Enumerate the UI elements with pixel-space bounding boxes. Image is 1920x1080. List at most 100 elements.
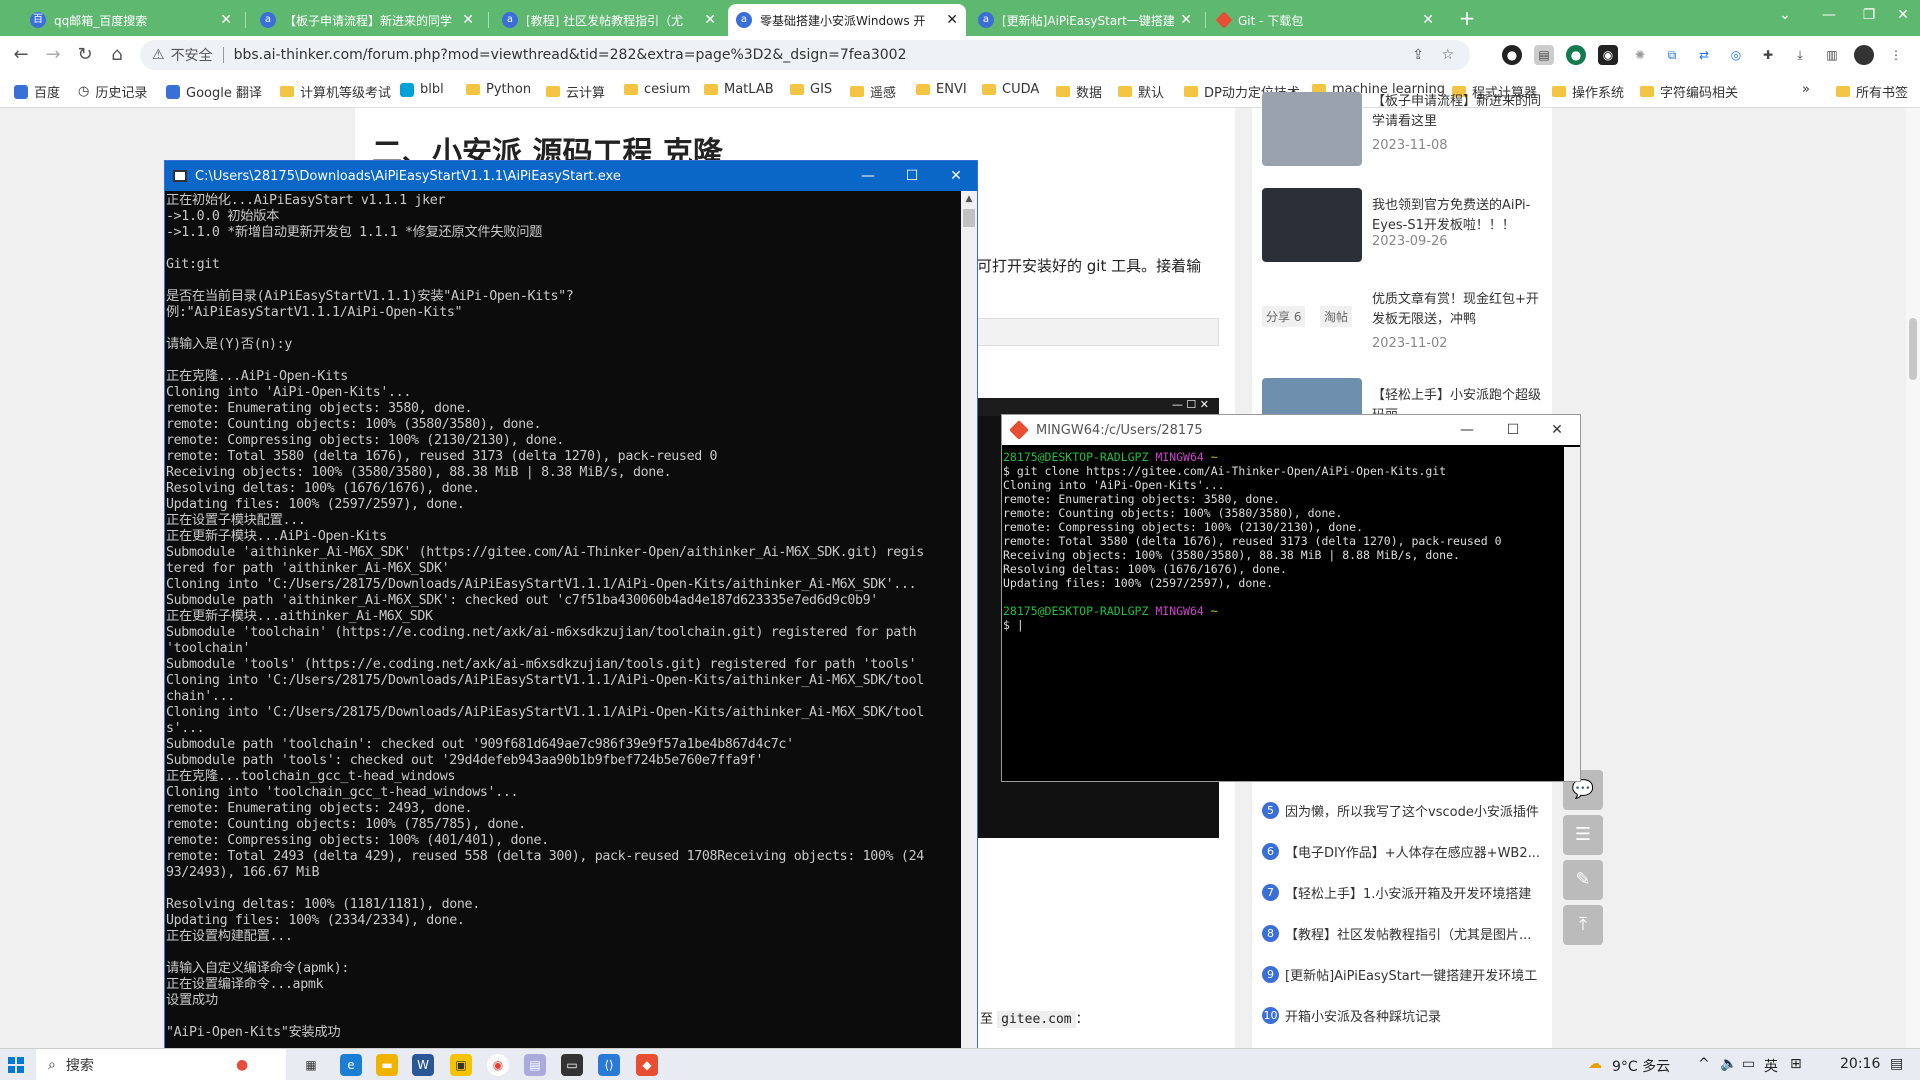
translate-icon[interactable]: ⇄	[1694, 45, 1714, 65]
bookmark-folder[interactable]: 云计算	[546, 82, 605, 101]
back-to-top-icon[interactable]: ⤒	[1563, 905, 1603, 945]
rank-title[interactable]: 开箱小安派及各种踩坑记录	[1285, 1006, 1441, 1025]
card-title[interactable]: 【板子申请流程】新进来的同学请看这里	[1372, 92, 1542, 132]
ime-mode-icon[interactable]: ⊞	[1790, 1056, 1802, 1072]
taskbar-search[interactable]: ⌕ 搜索 ●	[36, 1049, 286, 1080]
bookmark-folder[interactable]: 计算机等级考试	[280, 82, 391, 101]
address-bar[interactable]: ⚠ 不安全 bbs.ai-thinker.com/forum.php?mod=v…	[140, 40, 1470, 70]
extension-icon[interactable]: ⧉	[1662, 45, 1682, 65]
list-icon[interactable]: ☰	[1563, 815, 1603, 855]
chrome-icon[interactable]: ◉	[487, 1054, 509, 1076]
windows-start-icon[interactable]	[8, 1057, 24, 1073]
url-text[interactable]: bbs.ai-thinker.com/forum.php?mod=viewthr…	[234, 47, 907, 63]
bookmark-folder[interactable]: ENVI	[916, 82, 967, 97]
close-button[interactable]: ✕	[1534, 415, 1580, 445]
bookmark-folder[interactable]: GIS	[790, 82, 832, 97]
bookmark-folder[interactable]: MatLAB	[704, 82, 774, 97]
close-icon[interactable]: ✕	[462, 12, 474, 28]
vscode-icon[interactable]: ⟨⟩	[598, 1054, 620, 1076]
sidepanel-icon[interactable]: ▥	[1822, 45, 1842, 65]
file-explorer-icon[interactable]: ▬	[376, 1054, 398, 1076]
bookmark-folder[interactable]: 字符编码相关	[1640, 82, 1738, 101]
close-window-button[interactable]: ✕	[1880, 0, 1920, 30]
ranking-item[interactable]: 7 【轻松上手】1.小安派开箱及开发环境搭建	[1262, 881, 1542, 903]
console-titlebar[interactable]: C:\Users\28175\Downloads\AiPiEasyStartV1…	[165, 161, 977, 191]
extension-icon[interactable]: ◉	[1598, 45, 1618, 65]
edit-icon[interactable]: ✎	[1563, 860, 1603, 900]
bookmark-folder[interactable]: 数据	[1056, 82, 1102, 101]
bookmarks-overflow-button[interactable]: »	[1802, 82, 1810, 97]
chevron-down-icon[interactable]: ⌄	[1762, 0, 1808, 30]
bookmark-folder[interactable]: 操作系统	[1552, 82, 1624, 101]
chevron-up-icon[interactable]: ^	[1698, 1056, 1710, 1072]
tab-board-apply[interactable]: a 【板子申请流程】新进来的同学 ✕	[252, 4, 482, 36]
scroll-up-icon[interactable]: ▲	[961, 191, 977, 207]
minimize-button[interactable]: —	[1444, 415, 1490, 445]
console-icon[interactable]: ▭	[561, 1054, 583, 1076]
bookmark-blbl[interactable]: blbl	[400, 82, 444, 97]
rank-title[interactable]: 因为懒，所以我写了这个vscode小安派插件	[1285, 801, 1539, 820]
ranking-item[interactable]: 10 开箱小安派及各种踩坑记录	[1262, 1004, 1542, 1026]
ranking-item[interactable]: 5 因为懒，所以我写了这个vscode小安派插件	[1262, 799, 1542, 821]
avatar[interactable]	[1854, 45, 1874, 65]
sidebar-card[interactable]: 我也领到官方免费送的AiPi-Eyes-S1开发板啦！！！ 2023-09-26	[1262, 188, 1542, 268]
word-icon[interactable]: W	[412, 1054, 434, 1076]
card-title[interactable]: 优质文章有赏！现金红包+开发板无限送，冲鸭	[1372, 290, 1542, 330]
close-icon[interactable]: ✕	[704, 12, 716, 28]
reload-icon[interactable]: ↻	[72, 42, 98, 68]
close-icon[interactable]: ✕	[1422, 12, 1434, 28]
close-icon[interactable]: ✕	[1180, 12, 1192, 28]
card-title[interactable]: 我也领到官方免费送的AiPi-Eyes-S1开发板啦！！！	[1372, 196, 1542, 236]
ranking-item[interactable]: 6 【电子DIY作品】+人体存在感应器+WB2...	[1262, 840, 1542, 862]
bookmark-google-translate[interactable]: Google 翻译	[166, 82, 262, 101]
notification-icon[interactable]: ▤	[1890, 1056, 1903, 1072]
edge-icon[interactable]: e	[340, 1054, 362, 1076]
bookmark-folder[interactable]: Python	[466, 82, 531, 97]
scrollbar-thumb[interactable]	[963, 209, 975, 227]
page-scrollbar[interactable]	[1906, 108, 1920, 1048]
ranking-item[interactable]: 9 [更新帖]AiPiEasyStart一键搭建开发环境工	[1262, 963, 1542, 985]
ranking-item[interactable]: 8 【教程】社区发帖教程指引（尤其是图片...	[1262, 922, 1542, 944]
extension-icon[interactable]: ✺	[1630, 45, 1650, 65]
share-icon[interactable]: ⇪	[1412, 47, 1424, 63]
download-icon[interactable]: ⤓	[1790, 45, 1810, 65]
sidebar-card[interactable]: 【板子申请流程】新进来的同学请看这里 2023-11-08	[1262, 92, 1542, 172]
close-icon[interactable]: ✕	[220, 12, 232, 28]
app-icon[interactable]: ▣	[450, 1054, 472, 1076]
tab-git-download[interactable]: Git - 下载包 ✕	[1210, 4, 1442, 36]
bookmark-folder[interactable]: cesium	[624, 82, 690, 97]
extension-icon[interactable]: ◎	[1726, 45, 1746, 65]
app-icon[interactable]: ▤	[524, 1054, 546, 1076]
bookmark-folder[interactable]: CUDA	[982, 82, 1039, 97]
maximize-button[interactable]: ☐	[889, 161, 935, 191]
home-icon[interactable]: ⌂	[104, 42, 130, 68]
git-icon[interactable]: ◆	[636, 1054, 658, 1076]
clock[interactable]: 20:16	[1840, 1056, 1880, 1072]
input-line[interactable]: $ |	[1003, 618, 1563, 632]
git-bash-scrollbar[interactable]	[1564, 447, 1580, 781]
ime-indicator[interactable]: 英	[1764, 1056, 1778, 1076]
star-icon[interactable]: ☆	[1441, 47, 1454, 63]
bookmark-folder[interactable]: 遥感	[850, 82, 896, 101]
volume-icon[interactable]: 🔈	[1720, 1056, 1737, 1072]
extension-icon[interactable]: ●	[1566, 45, 1586, 65]
back-icon[interactable]: ←	[8, 42, 34, 68]
all-bookmarks-button[interactable]: 所有书签	[1836, 82, 1908, 101]
maximize-button[interactable]: ☐	[1490, 415, 1536, 445]
bookmark-folder[interactable]: 默认	[1118, 82, 1164, 101]
bookmark-baidu[interactable]: 百度	[14, 82, 60, 101]
tab-windows-setup[interactable]: a 零基础搭建小安派Windows 开 ✕	[728, 4, 966, 36]
extension-icon[interactable]: ▤	[1534, 45, 1554, 65]
git-bash-titlebar[interactable]: MINGW64:/c/Users/28175 — ☐ ✕	[1002, 415, 1580, 445]
rank-title[interactable]: 【轻松上手】1.小安派开箱及开发环境搭建	[1285, 883, 1531, 902]
tab-qq-mail-search[interactable]: 百 qq邮箱_百度搜索 ✕	[22, 4, 240, 36]
bookmark-history[interactable]: ◷ 历史记录	[78, 82, 147, 101]
network-icon[interactable]: ▭	[1742, 1056, 1755, 1072]
tab-post-tutorial[interactable]: a [教程] 社区发帖教程指引（尤 ✕	[494, 4, 724, 36]
task-view-icon[interactable]: ▦	[300, 1054, 322, 1076]
weather-text[interactable]: 9°C 多云	[1612, 1056, 1670, 1076]
menu-icon[interactable]: ⋮	[1886, 45, 1906, 65]
puzzle-icon[interactable]: ✚	[1758, 45, 1778, 65]
close-button[interactable]: ✕	[933, 161, 979, 191]
console-output[interactable]: 正在初始化...AiPiEasyStart v1.1.1 jker ->1.0.0…	[165, 191, 961, 1049]
